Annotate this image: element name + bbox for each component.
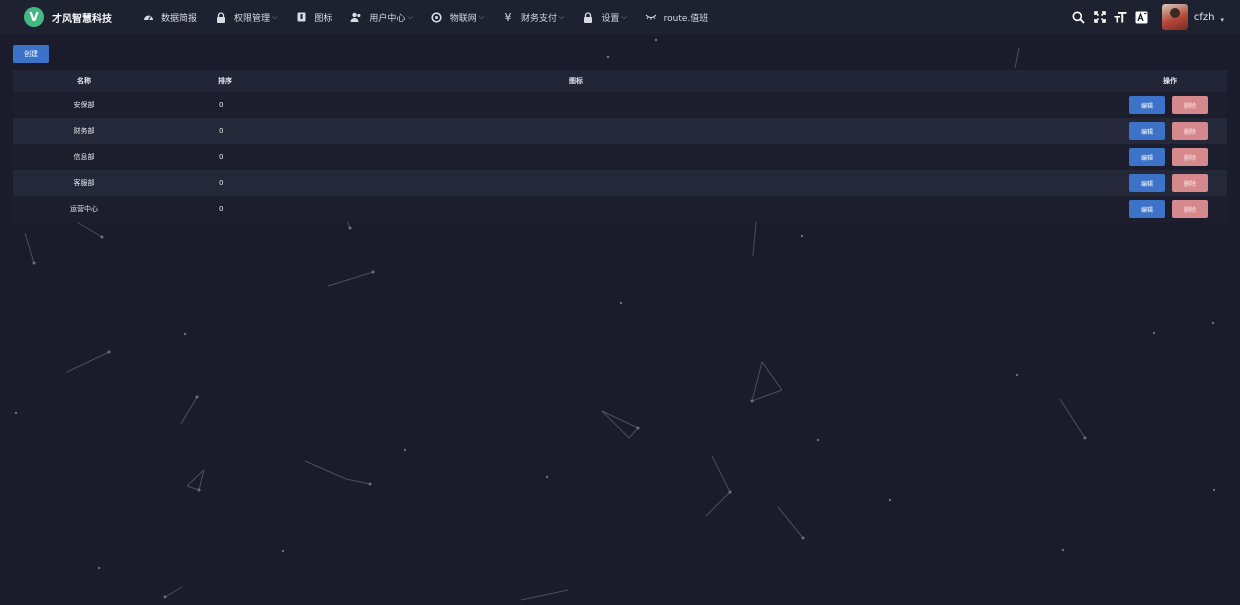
app-logo[interactable]: V 才风智慧科技 bbox=[24, 7, 142, 27]
search-icon[interactable] bbox=[1071, 9, 1087, 25]
lock-icon bbox=[582, 11, 594, 23]
menu-label: 财务支付 bbox=[521, 13, 558, 24]
lock-icon bbox=[215, 11, 227, 23]
menu-label: 物联网 bbox=[449, 13, 477, 24]
table-header: 名称 排序 图标 操作 bbox=[13, 70, 1227, 92]
edit-button[interactable]: 编辑 bbox=[1129, 148, 1165, 166]
department-table: 名称 排序 图标 操作 安保部 0 编辑 删除 财务部 0 编辑 删除 信息部 … bbox=[13, 70, 1227, 222]
delete-button[interactable]: 删除 bbox=[1172, 148, 1208, 166]
menu-label: route.值班 bbox=[663, 13, 709, 24]
table-row: 运营中心 0 编辑 删除 bbox=[13, 196, 1227, 222]
font-size-icon[interactable] bbox=[1113, 9, 1129, 25]
chevron-down-icon: ⌵ bbox=[621, 12, 627, 21]
bookmark-icon bbox=[295, 11, 307, 23]
main-menu: 数据简报 权限管理 ⌵ 图标 用户中心 ⌵ 物联网 ⌵ ¥ 财务支付 ⌵ 设置 … bbox=[142, 0, 726, 34]
column-header-name: 名称 bbox=[77, 77, 91, 85]
column-header-ops: 操作 bbox=[1163, 77, 1177, 85]
menu-label: 用户中心 bbox=[369, 13, 406, 24]
menu-item-dashboard[interactable]: 数据简报 bbox=[142, 0, 215, 34]
menu-item-user-center[interactable]: 用户中心 ⌵ bbox=[350, 0, 430, 34]
fullscreen-icon[interactable] bbox=[1092, 9, 1108, 25]
table-row: 安保部 0 编辑 删除 bbox=[13, 92, 1227, 118]
cell-ops: 编辑 删除 bbox=[997, 122, 1227, 140]
cell-name: 客服部 bbox=[73, 179, 95, 187]
header-tools: cfzh ▾ bbox=[1066, 0, 1224, 34]
cell-ops: 编辑 删除 bbox=[997, 148, 1227, 166]
menu-label: 权限管理 bbox=[234, 13, 271, 24]
edit-button[interactable]: 编辑 bbox=[1129, 200, 1165, 218]
menu-item-settings[interactable]: 设置 ⌵ bbox=[582, 0, 644, 34]
menu-item-finance[interactable]: ¥ 财务支付 ⌵ bbox=[502, 0, 582, 34]
cell-sort: 0 bbox=[219, 179, 224, 187]
menu-label: 设置 bbox=[601, 13, 620, 24]
chevron-down-icon: ⌵ bbox=[559, 12, 565, 21]
edit-button[interactable]: 编辑 bbox=[1129, 96, 1165, 114]
table-row: 客服部 0 编辑 删除 bbox=[13, 170, 1227, 196]
chevron-down-icon: ⌵ bbox=[478, 12, 485, 21]
cell-name: 安保部 bbox=[73, 101, 95, 109]
column-header-icon: 图标 bbox=[569, 77, 583, 85]
avatar[interactable] bbox=[1161, 4, 1188, 30]
delete-button[interactable]: 删除 bbox=[1172, 174, 1208, 192]
column-header-sort: 排序 bbox=[218, 77, 232, 85]
cell-sort: 0 bbox=[219, 153, 224, 161]
chevron-down-icon: ⌵ bbox=[272, 12, 278, 21]
edit-button[interactable]: 编辑 bbox=[1129, 122, 1165, 140]
app-name: 才风智慧科技 bbox=[52, 13, 112, 25]
menu-label: 数据简报 bbox=[161, 13, 198, 24]
cell-sort: 0 bbox=[219, 205, 224, 213]
cell-ops: 编辑 删除 bbox=[997, 200, 1227, 218]
cell-ops: 编辑 删除 bbox=[997, 96, 1227, 114]
table-row: 信息部 0 编辑 删除 bbox=[13, 144, 1227, 170]
top-navigation-bar: V 才风智慧科技 数据简报 权限管理 ⌵ 图标 用户中心 ⌵ 物联网 ⌵ ¥ 财… bbox=[0, 0, 1240, 34]
table-row: 财务部 0 编辑 删除 bbox=[13, 118, 1227, 144]
vue-logo-icon: V bbox=[24, 7, 44, 27]
menu-item-iot[interactable]: 物联网 ⌵ bbox=[431, 0, 502, 34]
yen-icon: ¥ bbox=[504, 10, 512, 24]
delete-button[interactable]: 删除 bbox=[1172, 96, 1208, 114]
username[interactable]: cfzh bbox=[1194, 12, 1215, 23]
menu-item-permissions[interactable]: 权限管理 ⌵ bbox=[215, 0, 295, 34]
cell-name: 财务部 bbox=[73, 127, 95, 135]
cell-sort: 0 bbox=[219, 101, 224, 109]
cell-ops: 编辑 删除 bbox=[997, 174, 1227, 192]
menu-label: 图标 bbox=[314, 13, 333, 24]
delete-button[interactable]: 删除 bbox=[1172, 200, 1208, 218]
menu-item-duty[interactable]: route.值班 bbox=[645, 0, 727, 34]
edit-button[interactable]: 编辑 bbox=[1129, 174, 1165, 192]
create-button[interactable]: 创建 bbox=[13, 45, 49, 63]
eye-closed-icon bbox=[645, 11, 657, 23]
caret-down-icon[interactable]: ▾ bbox=[1220, 16, 1224, 24]
delete-button[interactable]: 删除 bbox=[1172, 122, 1208, 140]
chevron-down-icon: ⌵ bbox=[407, 12, 413, 21]
cell-name: 信息部 bbox=[73, 153, 95, 161]
target-icon bbox=[431, 11, 443, 23]
cell-sort: 0 bbox=[219, 127, 224, 135]
cell-name: 运营中心 bbox=[70, 205, 98, 213]
users-icon bbox=[350, 11, 362, 23]
translate-icon[interactable] bbox=[1134, 9, 1150, 25]
menu-item-icons[interactable]: 图标 bbox=[295, 0, 350, 34]
dashboard-icon bbox=[142, 11, 154, 23]
